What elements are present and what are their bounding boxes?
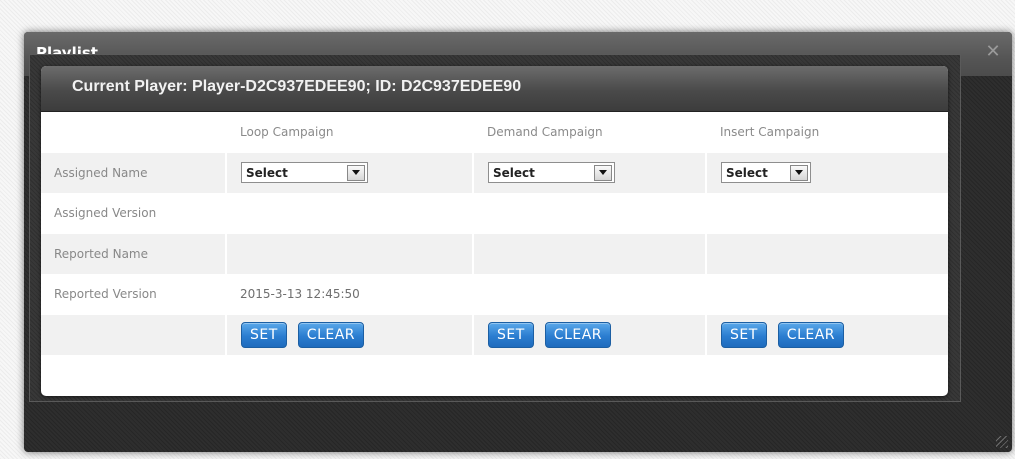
chevron-down-icon[interactable]	[594, 164, 612, 181]
loop-campaign-select[interactable]: Select	[241, 162, 368, 184]
row-label-assigned-name: Assigned Name	[54, 165, 148, 180]
demand-set-button[interactable]: SET	[488, 321, 534, 348]
loop-reported-version: 2015-3-13 12:45:50	[225, 274, 472, 315]
demand-cell: Select	[472, 152, 705, 193]
chevron-down-icon[interactable]	[790, 164, 808, 181]
loop-set-button[interactable]: SET	[241, 321, 287, 348]
loop-reported-name	[225, 233, 472, 274]
assigned-name-row: Assigned Name Select Select Select	[41, 152, 948, 193]
row-label-reported-name: Reported Name	[54, 246, 148, 261]
demand-reported-version	[472, 274, 705, 315]
column-header-insert: Insert Campaign	[705, 112, 948, 153]
reported-name-row: Reported Name	[41, 233, 948, 274]
insert-select-value: Select	[726, 165, 768, 180]
assigned-version-row: Assigned Version	[41, 193, 948, 234]
panel-title: Current Player: Player-D2C937EDEE90; ID:…	[72, 78, 522, 95]
chevron-down-icon[interactable]	[347, 164, 365, 181]
action-row: SET CLEAR SET CLEAR SET CLEAR	[41, 314, 948, 356]
empty-header-cell	[41, 112, 225, 153]
insert-cell: Select	[705, 152, 948, 193]
insert-reported-version	[705, 274, 948, 315]
insert-clear-button[interactable]: CLEAR	[777, 321, 845, 348]
resize-grip-icon[interactable]	[996, 436, 1008, 448]
demand-campaign-select[interactable]: Select	[488, 162, 615, 184]
demand-reported-name	[472, 233, 705, 274]
insert-set-button[interactable]: SET	[721, 321, 767, 348]
insert-reported-name	[705, 233, 948, 274]
reported-version-row: Reported Version 2015-3-13 12:45:50	[41, 274, 948, 315]
insert-actions: SET CLEAR	[705, 314, 948, 355]
loop-clear-button[interactable]: CLEAR	[297, 321, 365, 348]
insert-assigned-version	[705, 193, 948, 234]
loop-assigned-version	[225, 193, 472, 234]
loop-select-value: Select	[246, 165, 288, 180]
column-header-loop: Loop Campaign	[225, 112, 472, 153]
demand-clear-button[interactable]: CLEAR	[544, 321, 612, 348]
loop-cell: Select	[225, 152, 472, 193]
demand-select-value: Select	[493, 165, 535, 180]
loop-actions: SET CLEAR	[225, 314, 472, 355]
campaign-grid: Loop Campaign Demand Campaign Insert Cam…	[41, 112, 948, 355]
row-label-reported-version: Reported Version	[54, 287, 157, 302]
player-panel: Current Player: Player-D2C937EDEE90; ID:…	[41, 66, 948, 396]
action-label-cell	[41, 315, 225, 356]
insert-campaign-select[interactable]: Select	[721, 162, 811, 184]
demand-assigned-version	[472, 193, 705, 234]
demand-actions: SET CLEAR	[472, 314, 705, 355]
close-icon[interactable]: ✕	[984, 43, 1002, 61]
column-header-demand: Demand Campaign	[472, 112, 705, 153]
column-header-row: Loop Campaign Demand Campaign Insert Cam…	[41, 112, 948, 153]
panel-header: Current Player: Player-D2C937EDEE90; ID:…	[41, 66, 948, 112]
row-label-assigned-version: Assigned Version	[54, 206, 157, 221]
